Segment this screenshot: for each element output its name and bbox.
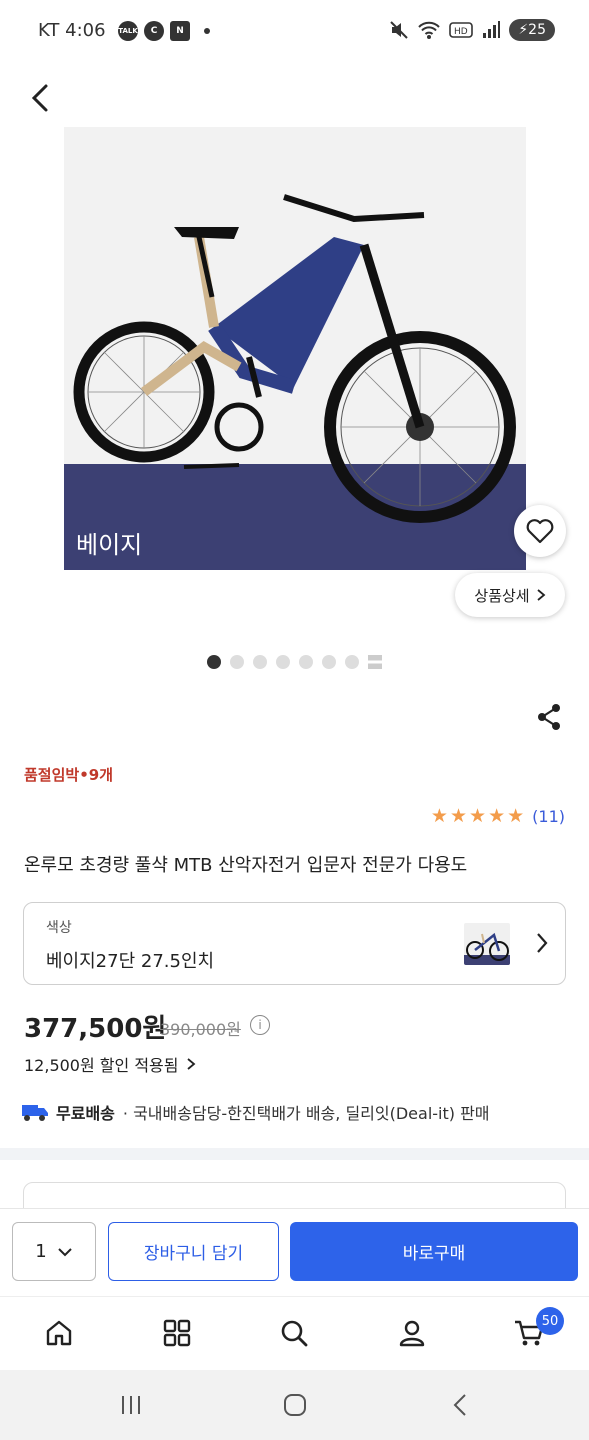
stock-notice: 품절임박•9개	[24, 766, 114, 784]
gallery-grid-icon[interactable]	[368, 655, 382, 669]
wifi-icon	[418, 21, 441, 39]
c-app-icon: C	[144, 21, 164, 41]
bicycle-thumbnail-icon	[466, 932, 509, 961]
page-dot[interactable]	[207, 655, 221, 669]
star-icon: ★	[488, 805, 506, 827]
chevron-right-icon	[187, 1058, 196, 1070]
option-thumbnail	[464, 923, 510, 965]
wishlist-button[interactable]	[514, 505, 566, 557]
free-shipping-label: 무료배송	[56, 1104, 115, 1123]
search-icon	[281, 1320, 308, 1347]
product-detail-button[interactable]: 상품상세	[455, 573, 565, 617]
review-count[interactable]: (11)	[532, 807, 565, 826]
user-icon	[399, 1320, 425, 1347]
status-bar: KT 4:06 TALK C N HD ⚡ 25	[0, 0, 589, 62]
info-icon[interactable]: i	[250, 1015, 270, 1035]
bicycle-illustration	[73, 194, 516, 523]
star-icon: ★	[507, 805, 525, 827]
product-title: 온루모 초경량 풀샥 MTB 산악자전거 입문자 전문가 다용도	[24, 855, 468, 876]
share-icon	[538, 704, 560, 730]
quantity-value: 1	[35, 1241, 47, 1262]
signal-icon	[483, 21, 501, 38]
system-nav-bar	[0, 1370, 589, 1440]
quantity-select[interactable]: 1	[12, 1222, 96, 1281]
product-image[interactable]: 베이지	[64, 127, 526, 570]
kakaotalk-icon: TALK	[118, 21, 138, 41]
chevron-right-icon	[537, 589, 545, 601]
back-nav-icon[interactable]	[446, 1390, 476, 1420]
recent-apps-icon[interactable]	[116, 1390, 146, 1420]
tab-categories[interactable]	[159, 1315, 195, 1351]
page-dot[interactable]	[345, 655, 359, 669]
page-dot[interactable]	[230, 655, 244, 669]
hd-icon: HD	[449, 22, 474, 38]
svg-text:HD: HD	[454, 27, 468, 37]
shipping-detail: · 국내배송담당-한진택배가 배송, 딜리잇(Deal-it) 판매	[122, 1104, 490, 1123]
image-caption: 베이지	[76, 531, 143, 559]
page-dot[interactable]	[276, 655, 290, 669]
battery-level: 25	[528, 22, 546, 38]
mute-icon	[390, 21, 409, 39]
section-divider	[0, 1148, 589, 1160]
chevron-down-icon	[58, 1247, 72, 1256]
star-icon: ★	[449, 805, 468, 827]
home-button-icon[interactable]	[280, 1390, 310, 1420]
page-dot[interactable]	[322, 655, 336, 669]
cart-badge: 50	[536, 1307, 564, 1335]
more-notifications-dot	[204, 28, 210, 34]
system-icons: HD ⚡ 25	[389, 19, 555, 41]
grid-icon	[163, 1319, 191, 1347]
carrier-time: KT 4:06	[38, 20, 106, 41]
tab-home[interactable]	[41, 1315, 77, 1351]
page-dot[interactable]	[299, 655, 313, 669]
tab-search[interactable]	[276, 1315, 312, 1351]
star-icon: ★	[430, 805, 448, 827]
notification-icons: TALK C N	[118, 21, 210, 41]
shipping-info: 무료배송 · 국내배송담당-한진택배가 배송, 딜리잇(Deal-it) 판매	[22, 1100, 490, 1124]
heart-icon	[526, 519, 554, 544]
original-price: 390,000원	[160, 1020, 241, 1039]
option-selector[interactable]: 색상 베이지27단 27.5인치	[23, 902, 566, 985]
option-value: 베이지27단 27.5인치	[46, 951, 215, 972]
bottom-tab-bar: 50	[0, 1296, 589, 1370]
battery-indicator: ⚡ 25	[509, 19, 555, 41]
share-button[interactable]	[534, 702, 564, 732]
truck-icon	[22, 1105, 48, 1121]
naver-icon: N	[170, 21, 190, 41]
chevron-right-icon	[537, 933, 548, 953]
option-label: 색상	[46, 920, 72, 936]
rating[interactable]: ★ ★ ★ ★ ★ (11)	[431, 806, 565, 826]
discount-info[interactable]: 12,500원 할인 적용됨	[24, 1052, 196, 1076]
star-icon: ★	[469, 805, 487, 827]
chevron-left-icon	[31, 84, 48, 112]
tab-my-page[interactable]	[394, 1315, 430, 1351]
product-detail-label: 상품상세	[474, 586, 530, 605]
back-button[interactable]	[26, 80, 56, 116]
purchase-bar: 1 장바구니 담기 바로구매	[0, 1208, 589, 1296]
home-icon	[46, 1320, 72, 1346]
buy-now-button[interactable]: 바로구매	[290, 1222, 578, 1281]
discount-text: 12,500원 할인 적용됨	[24, 1056, 179, 1075]
image-pagination[interactable]	[207, 655, 382, 669]
add-to-cart-button[interactable]: 장바구니 담기	[108, 1222, 279, 1281]
page-dot[interactable]	[253, 655, 267, 669]
sale-price: 377,500원	[24, 1014, 167, 1044]
